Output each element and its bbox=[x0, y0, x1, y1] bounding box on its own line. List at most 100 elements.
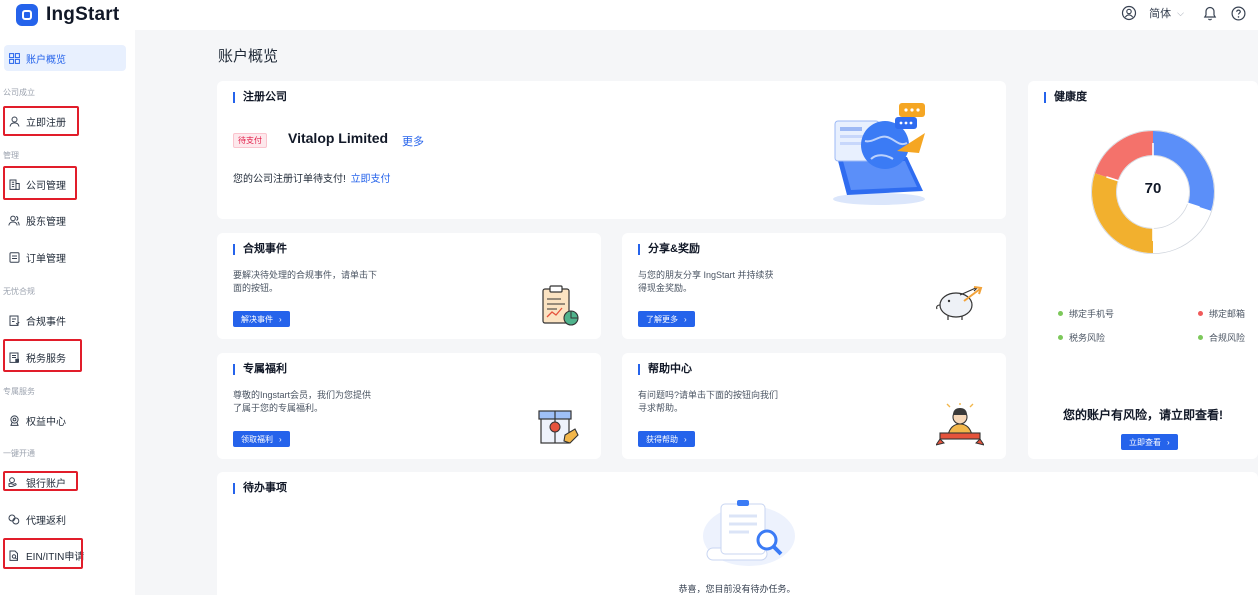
claim-benefits-button[interactable]: 领取福利 › bbox=[233, 431, 290, 447]
health-score-card: 健康度 70 绑定手机号 绑定邮箱 税务风险 合规风险 您的账户有风险，请立即查… bbox=[1028, 81, 1258, 459]
description-line: 与您的朋友分享 IngStart 并持续获 bbox=[638, 270, 774, 280]
support-agent-illustration bbox=[934, 403, 986, 447]
company-name: Vitalop Limited bbox=[288, 130, 389, 146]
description-line: 得现金奖励。 bbox=[638, 283, 693, 293]
description-line: 了属于您的专属福利。 bbox=[233, 403, 324, 413]
legend-label: 合规风险 bbox=[1209, 333, 1246, 343]
chevron-right-icon: › bbox=[1167, 437, 1170, 447]
logo-icon bbox=[16, 4, 38, 26]
coins-icon bbox=[8, 513, 20, 525]
card-description: 尊敬的Ingstart会员，我们为您提供 了属于您的专属福利。 bbox=[233, 389, 371, 415]
clipboard-icon bbox=[8, 314, 20, 326]
button-label: 立即查看 bbox=[1129, 437, 1161, 447]
health-donut-chart: 70 bbox=[1089, 128, 1217, 256]
button-label: 了解更多 bbox=[646, 314, 678, 324]
card-description: 要解决待处理的合规事件，请单击下 面的按钮。 bbox=[233, 269, 377, 295]
highlight-box bbox=[3, 471, 78, 491]
payment-notice: 您的公司注册订单待支付! 立即支付 bbox=[233, 170, 391, 185]
chevron-down-icon: ⌵ bbox=[1177, 7, 1184, 18]
main-content: 账户概览 注册公司 待支付 Vitalop Limited 更多 您的公司注册订… bbox=[135, 30, 1258, 595]
button-label: 领取福利 bbox=[241, 434, 273, 444]
language-selector[interactable]: 简体 ⌵ bbox=[1149, 5, 1184, 21]
pay-now-link[interactable]: 立即支付 bbox=[351, 174, 391, 185]
grid-icon bbox=[8, 52, 20, 64]
compliance-events-card: 合规事件 要解决待处理的合规事件，请单击下 面的按钮。 解决事件 › bbox=[217, 233, 601, 339]
card-title: 合规事件 bbox=[233, 244, 287, 255]
card-title: 待办事项 bbox=[233, 483, 287, 494]
description-line: 有问题吗?请单击下面的按钮向我们 bbox=[638, 390, 779, 400]
description-line: 面的按钮。 bbox=[233, 283, 279, 293]
help-icon[interactable] bbox=[1230, 5, 1246, 21]
globe-laptop-illustration bbox=[827, 99, 939, 207]
notice-text: 您的公司注册订单待支付! bbox=[233, 174, 346, 185]
account-avatar-icon[interactable] bbox=[1121, 5, 1137, 21]
chevron-right-icon: › bbox=[279, 314, 282, 324]
sidebar-item-label: 股东管理 bbox=[26, 216, 66, 228]
chevron-right-icon: › bbox=[684, 434, 687, 444]
highlight-box bbox=[3, 339, 82, 372]
sidebar-item-label: 权益中心 bbox=[26, 416, 66, 428]
description-line: 要解决待处理的合规事件，请单击下 bbox=[233, 270, 378, 280]
empty-state-text: 恭喜，您目前没有待办任务。 bbox=[678, 584, 796, 594]
sidebar-item-label: 订单管理 bbox=[26, 253, 66, 265]
register-company-card: 注册公司 待支付 Vitalop Limited 更多 您的公司注册订单待支付!… bbox=[217, 81, 1006, 219]
clipboard-chart-illustration bbox=[537, 285, 581, 329]
card-description: 有问题吗?请单击下面的按钮向我们 寻求帮助。 bbox=[638, 389, 778, 415]
status-dot bbox=[1058, 311, 1063, 316]
page-title: 账户概览 bbox=[218, 48, 279, 65]
status-dot bbox=[1198, 335, 1203, 340]
top-right-actions: 简体 ⌵ bbox=[1121, 2, 1246, 24]
card-title: 分享&奖励 bbox=[638, 244, 700, 255]
piggy-bank-illustration bbox=[934, 281, 984, 325]
card-title: 帮助中心 bbox=[638, 364, 692, 375]
sidebar-item-account-overview[interactable]: 账户概览 bbox=[4, 45, 126, 71]
sidebar-item-agent-rebate[interactable]: 代理返利 bbox=[4, 506, 126, 532]
top-bar: IngStart 简体 ⌵ bbox=[0, 0, 1258, 30]
sidebar-item-label: 账户概览 bbox=[26, 54, 66, 66]
sidebar-group-label: 无忧合规 bbox=[3, 287, 35, 296]
document-icon bbox=[8, 251, 20, 263]
button-label: 获得帮助 bbox=[646, 434, 678, 444]
bell-icon[interactable] bbox=[1202, 5, 1218, 21]
users-icon bbox=[8, 214, 20, 226]
highlight-box bbox=[3, 106, 79, 136]
get-help-button[interactable]: 获得帮助 › bbox=[638, 431, 695, 447]
health-score-value: 70 bbox=[1144, 180, 1162, 197]
sidebar-group-label: 专属服务 bbox=[3, 387, 35, 396]
button-label: 解决事件 bbox=[241, 314, 273, 324]
legend-label: 税务风险 bbox=[1069, 333, 1106, 343]
help-center-card: 帮助中心 有问题吗?请单击下面的按钮向我们 寻求帮助。 获得帮助 › bbox=[622, 353, 1006, 459]
resolve-events-button[interactable]: 解决事件 › bbox=[233, 311, 290, 327]
card-title: 健康度 bbox=[1044, 92, 1087, 103]
empty-todo-illustration bbox=[697, 498, 797, 570]
sidebar-item-benefits-center[interactable]: 权益中心 bbox=[4, 407, 126, 433]
sidebar-group-label: 管理 bbox=[3, 151, 19, 160]
status-dot bbox=[1058, 335, 1063, 340]
highlight-box bbox=[3, 166, 77, 200]
badge-icon bbox=[8, 414, 20, 426]
language-label: 简体 bbox=[1149, 8, 1172, 20]
sidebar-group-label: 一键开通 bbox=[3, 449, 35, 458]
app-logo[interactable]: IngStart bbox=[16, 4, 119, 26]
todo-card: 待办事项 恭喜，您目前没有待办任务。 bbox=[217, 472, 1258, 595]
chevron-right-icon: › bbox=[279, 434, 282, 444]
view-now-button[interactable]: 立即查看 › bbox=[1121, 434, 1178, 450]
sidebar-item-compliance-events[interactable]: 合规事件 bbox=[4, 307, 126, 333]
card-title: 专属福利 bbox=[233, 364, 287, 375]
sidebar-item-order-management[interactable]: 订单管理 bbox=[4, 244, 126, 270]
sidebar-item-label: 代理返利 bbox=[26, 515, 66, 527]
legend-item-compliance-risk: 合规风险 bbox=[1198, 331, 1245, 344]
status-badge: 待支付 bbox=[233, 133, 267, 148]
sidebar-item-label: 合规事件 bbox=[26, 316, 66, 328]
legend-item-bind-email: 绑定邮箱 bbox=[1198, 307, 1245, 320]
share-rewards-card: 分享&奖励 与您的朋友分享 IngStart 并持续获 得现金奖励。 了解更多 › bbox=[622, 233, 1006, 339]
sidebar-group-label: 公司成立 bbox=[3, 88, 35, 97]
description-line: 尊敬的Ingstart会员，我们为您提供 bbox=[233, 390, 372, 400]
legend-label: 绑定邮箱 bbox=[1209, 309, 1246, 319]
sidebar-item-shareholder-management[interactable]: 股东管理 bbox=[4, 207, 126, 233]
learn-more-button[interactable]: 了解更多 › bbox=[638, 311, 695, 327]
more-link[interactable]: 更多 bbox=[402, 133, 424, 149]
status-dot bbox=[1198, 311, 1203, 316]
highlight-box bbox=[3, 538, 83, 569]
description-line: 寻求帮助。 bbox=[638, 403, 684, 413]
